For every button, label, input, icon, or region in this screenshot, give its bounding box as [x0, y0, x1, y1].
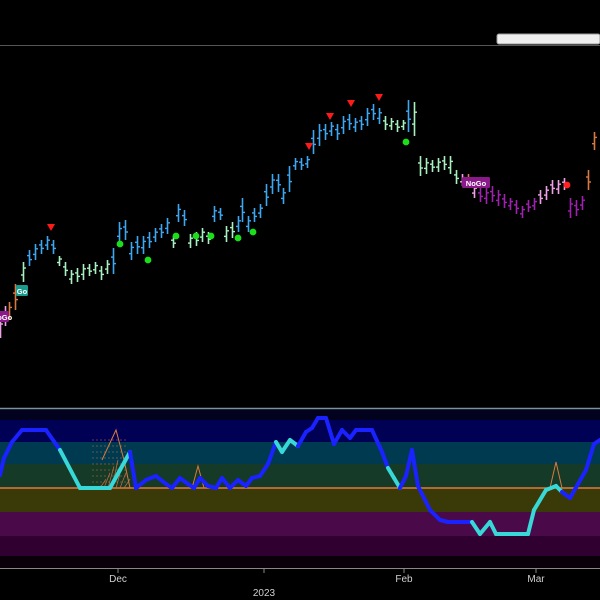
go-signal-dot [192, 232, 200, 240]
x-tick-label: Dec [109, 574, 127, 585]
x-year-label: 2023 [253, 588, 276, 599]
oscillator-band [0, 536, 600, 556]
oscillator-band [0, 410, 600, 420]
oscillator-band [0, 464, 600, 488]
oscillator-band [0, 556, 600, 568]
go-signal-dot [207, 232, 215, 240]
trend-tag-label: Go [17, 287, 28, 296]
scrollbar-thumb[interactable] [496, 33, 600, 45]
go-signal-dot [144, 256, 152, 264]
nogo-signal-dot [563, 181, 571, 189]
go-signal-dot [234, 234, 242, 242]
trend-tag-label: NoGo [0, 313, 13, 322]
x-tick-label: Feb [395, 574, 413, 585]
go-signal-dot [249, 228, 257, 236]
chart-canvas: NoGo Go NoGo Dec Feb Mar 2023 [0, 0, 600, 600]
go-signal-dot [116, 240, 124, 248]
trend-tag-label: NoGo [466, 179, 487, 188]
trend-tag: NoGo [0, 311, 13, 322]
oscillator-band [0, 488, 600, 512]
go-signal-dot [172, 232, 180, 240]
go-signal-dot [402, 138, 410, 146]
trend-tag: Go [16, 285, 28, 296]
x-tick-label: Mar [527, 574, 545, 585]
trend-tag: NoGo [462, 177, 490, 188]
